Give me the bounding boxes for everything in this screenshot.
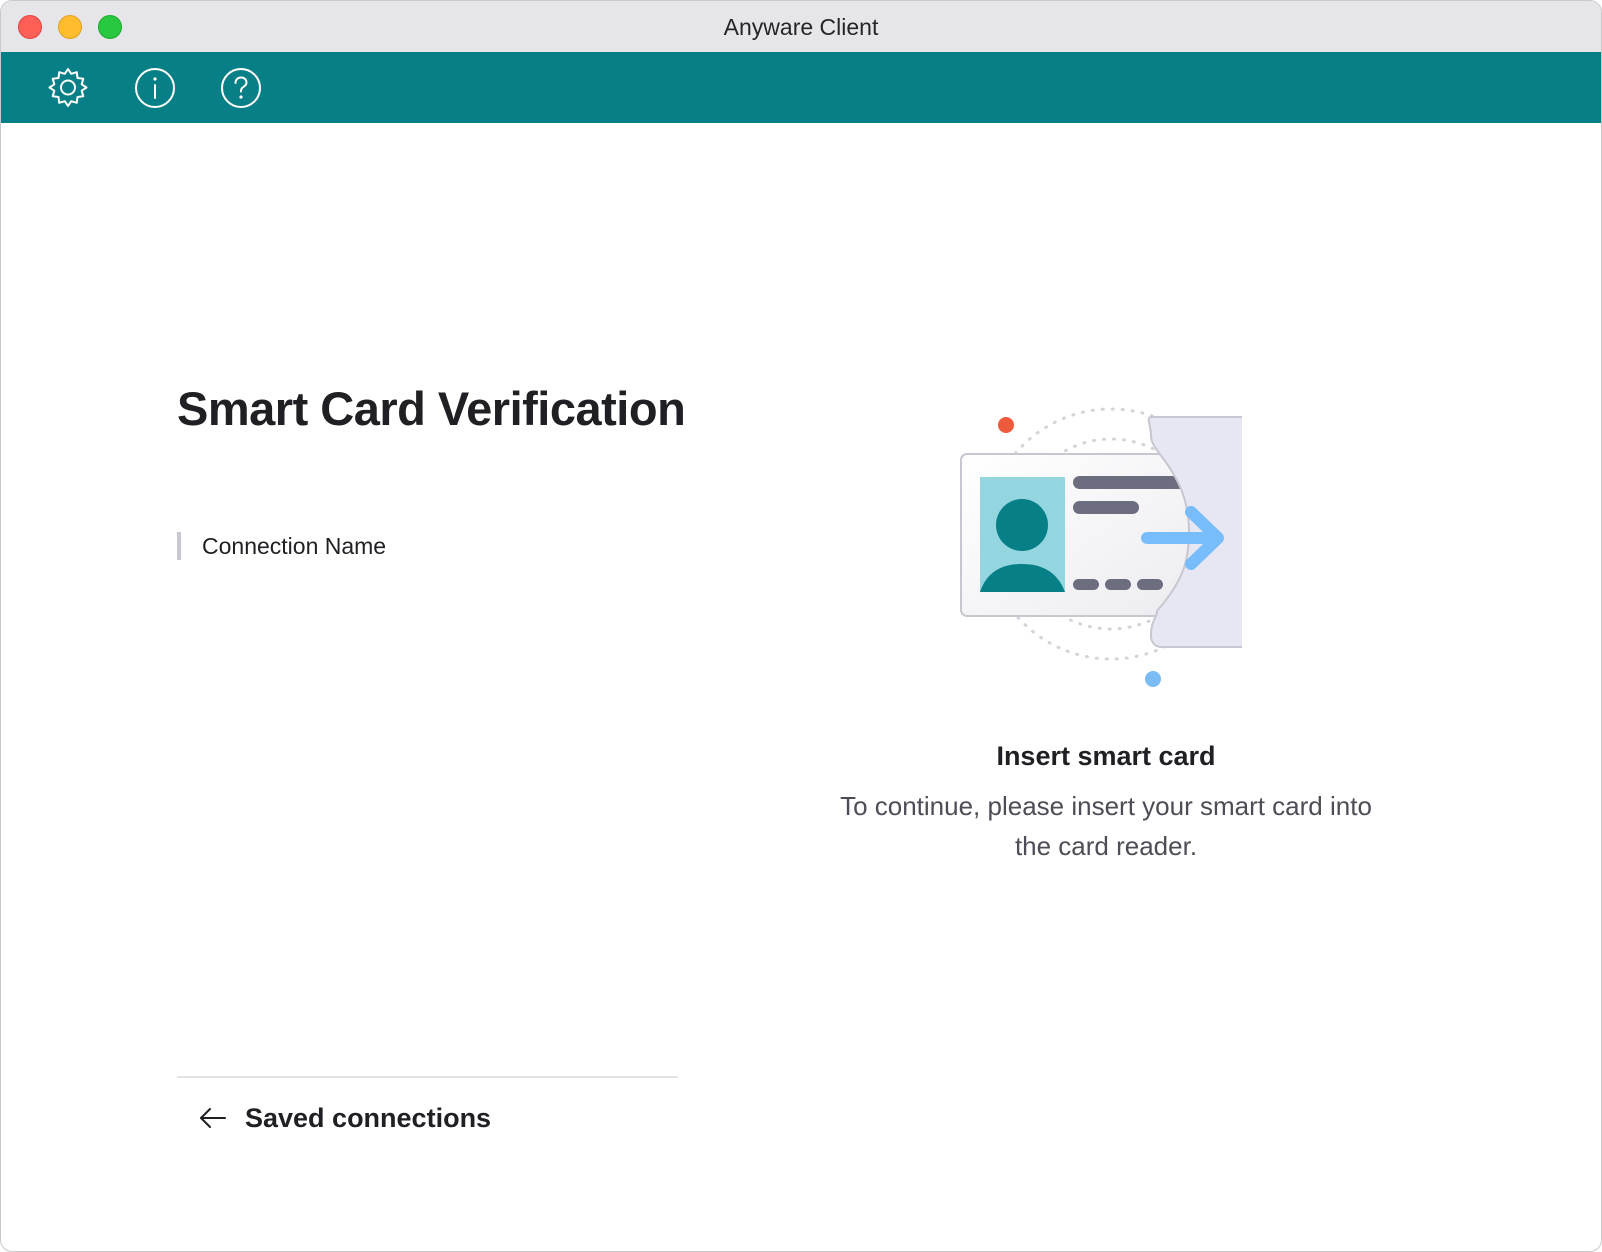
divider — [177, 1076, 678, 1078]
title-bar: Anyware Client — [1, 1, 1601, 52]
smart-card-illustration — [941, 371, 1281, 691]
connection-name: Connection Name — [177, 532, 386, 560]
settings-button[interactable] — [46, 66, 90, 110]
app-window: Anyware Client Smart Card Verification C — [0, 0, 1602, 1252]
help-icon — [221, 68, 261, 108]
smart-card-reader-icon — [960, 407, 1281, 687]
status-message: To continue, please insert your smart ca… — [840, 791, 1372, 861]
gear-icon — [48, 68, 88, 107]
info-icon — [135, 68, 175, 108]
about-button[interactable] — [133, 66, 177, 110]
help-button[interactable] — [219, 66, 263, 110]
saved-connections-link[interactable]: Saved connections — [198, 1101, 491, 1135]
arrow-left-icon — [200, 1108, 226, 1128]
page-title: Smart Card Verification — [177, 382, 686, 435]
toolbar — [1, 52, 1601, 123]
saved-connections-label: Saved connections — [245, 1102, 492, 1133]
status-heading: Insert smart card — [996, 741, 1216, 771]
window-title: Anyware Client — [723, 14, 879, 40]
